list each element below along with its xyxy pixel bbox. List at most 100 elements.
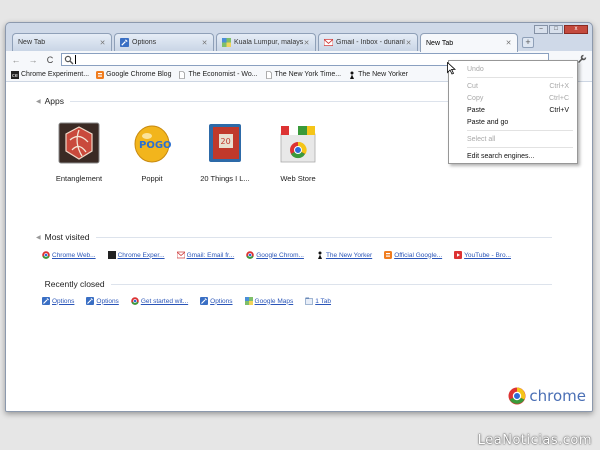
divider <box>95 236 552 238</box>
bookmark-label: The New Yorker <box>358 71 408 78</box>
blogger-icon <box>384 251 393 259</box>
wrench-icon <box>42 297 50 305</box>
chrome-experiments-icon: ce <box>11 70 19 79</box>
recently-closed-item[interactable]: Get started wit... <box>131 297 188 305</box>
most-visited-item[interactable]: Gmail: Email fr... <box>176 251 234 259</box>
most-visited-item[interactable]: Chrome Exper... <box>107 251 165 259</box>
tab-new-tab-active[interactable]: New Tab ✕ <box>420 33 518 52</box>
collapse-arrow-icon: ◀ <box>36 98 41 105</box>
section-title: Recently closed <box>44 279 105 289</box>
most-visited-list: Chrome Web... Chrome Exper... Gmail: Ema… <box>42 251 523 259</box>
menu-item-select-all[interactable]: Select all <box>449 133 577 145</box>
recently-closed-item[interactable]: Options <box>42 297 74 305</box>
recently-closed-item[interactable]: Options <box>86 297 119 305</box>
poppit-icon: POGO <box>134 125 172 163</box>
chrome-wordmark: chrome <box>529 387 586 405</box>
close-icon[interactable]: ✕ <box>99 39 106 47</box>
menu-item-paste-and-go[interactable]: Paste and go <box>449 116 577 128</box>
wrench-icon <box>120 38 129 47</box>
bookmark-new-yorker[interactable]: The New Yorker <box>348 71 408 79</box>
app-web-store[interactable]: Web Store <box>263 122 333 183</box>
close-icon[interactable]: ✕ <box>505 39 512 47</box>
svg-text:20: 20 <box>221 137 231 146</box>
recently-closed-item[interactable]: 1 Tab <box>305 297 331 305</box>
app-label: Poppit <box>141 174 163 183</box>
menu-separator <box>467 130 573 131</box>
menu-separator <box>467 147 573 148</box>
wrench-icon <box>200 297 209 305</box>
app-20-things[interactable]: 20 20 Things I L... <box>190 122 260 183</box>
recently-closed-list: Options Options Get started wit... Optio… <box>42 297 343 305</box>
wrench-icon <box>577 54 587 63</box>
tab-label: Options <box>132 39 157 46</box>
omnibox-context-menu: Undo Cut Ctrl+X Copy Ctrl+C Paste Ctrl+V Pa… <box>448 60 578 164</box>
section-title: Apps <box>44 96 64 106</box>
bookmark-label: The Economist - Wo... <box>188 71 258 78</box>
bookmark-label: The New York Time... <box>274 71 342 78</box>
blogger-icon <box>96 70 105 79</box>
bookmark-economist[interactable]: The Economist - Wo... <box>178 70 258 79</box>
section-title: Most visited <box>44 232 90 242</box>
reload-button[interactable]: C <box>44 54 56 66</box>
gmail-icon <box>176 251 185 259</box>
menu-item-edit-search-engines[interactable]: Edit search engines... <box>449 150 577 162</box>
mouse-cursor-icon <box>447 62 456 75</box>
most-visited-item[interactable]: Official Google... <box>384 251 442 259</box>
tab-icon <box>305 297 314 305</box>
text-caret <box>75 55 76 64</box>
recently-closed-item[interactable]: Google Maps <box>244 297 293 305</box>
menu-item-copy[interactable]: Copy Ctrl+C <box>449 92 577 104</box>
new-tab-button[interactable]: + <box>522 37 534 48</box>
close-icon[interactable]: ✕ <box>405 39 412 47</box>
app-entanglement[interactable]: Entanglement <box>44 122 114 183</box>
app-label: 20 Things I L... <box>200 174 250 183</box>
most-visited-item[interactable]: Chrome Web... <box>42 251 96 259</box>
chrome-experiments-icon <box>107 251 116 259</box>
20-things-book-icon: 20 <box>209 124 241 162</box>
tab-label: Gmail - Inbox - durianl... <box>336 39 405 46</box>
bookmark-nytimes[interactable]: The New York Time... <box>265 70 342 79</box>
tab-options[interactable]: Options ✕ <box>114 33 214 51</box>
entanglement-icon <box>58 122 100 164</box>
most-visited-item[interactable]: The New Yorker <box>316 251 372 259</box>
recently-closed-item[interactable]: Options <box>200 297 233 305</box>
google-maps-icon <box>222 38 231 47</box>
menu-item-cut[interactable]: Cut Ctrl+X <box>449 80 577 92</box>
bookmark-chrome-blog[interactable]: Google Chrome Blog <box>96 70 171 79</box>
chrome-icon <box>246 251 255 259</box>
chrome-branding: chrome <box>508 387 586 405</box>
app-label: Web Store <box>280 174 316 183</box>
app-poppit[interactable]: POGO Poppit <box>117 122 187 183</box>
menu-item-paste[interactable]: Paste Ctrl+V <box>449 104 577 116</box>
most-visited-section-header[interactable]: ◀ Most visited <box>36 232 552 242</box>
chrome-logo-icon <box>508 387 526 405</box>
bookmark-chrome-experiments[interactable]: ce Chrome Experiment... <box>11 70 89 79</box>
close-icon[interactable]: ✕ <box>303 39 310 47</box>
most-visited-item[interactable]: YouTube - Bro... <box>454 251 511 259</box>
tab-strip: New Tab ✕ Options ✕ Kuala Lumpur, malays… <box>6 33 592 52</box>
close-icon[interactable]: ✕ <box>201 39 208 47</box>
back-button[interactable]: ← <box>10 54 22 66</box>
menu-item-undo[interactable]: Undo <box>449 63 577 75</box>
poppit-logo-text: POGO <box>139 140 172 151</box>
wrench-icon <box>86 297 95 305</box>
forward-button[interactable]: → <box>27 54 39 66</box>
tab-new-tab-1[interactable]: New Tab ✕ <box>12 33 112 51</box>
tab-label: New Tab <box>18 39 46 46</box>
recently-closed-section-header[interactable]: ◀ Recently closed <box>36 279 552 289</box>
page-icon <box>265 70 272 79</box>
menu-separator <box>467 77 573 78</box>
youtube-icon <box>454 251 463 259</box>
chrome-icon <box>42 251 50 259</box>
divider <box>110 283 552 285</box>
new-yorker-icon <box>350 71 355 79</box>
tab-kuala-lumpur[interactable]: Kuala Lumpur, malaysi... ✕ <box>216 33 316 51</box>
collapse-arrow-icon: ◀ <box>36 234 41 241</box>
tab-gmail[interactable]: Gmail - Inbox - durianl... ✕ <box>318 33 418 51</box>
most-visited-item[interactable]: Google Chrom... <box>246 251 304 259</box>
web-store-icon <box>280 126 316 163</box>
chrome-icon <box>131 297 139 305</box>
search-icon <box>64 55 74 64</box>
tab-label: New Tab <box>426 39 454 47</box>
google-maps-icon <box>244 297 253 305</box>
